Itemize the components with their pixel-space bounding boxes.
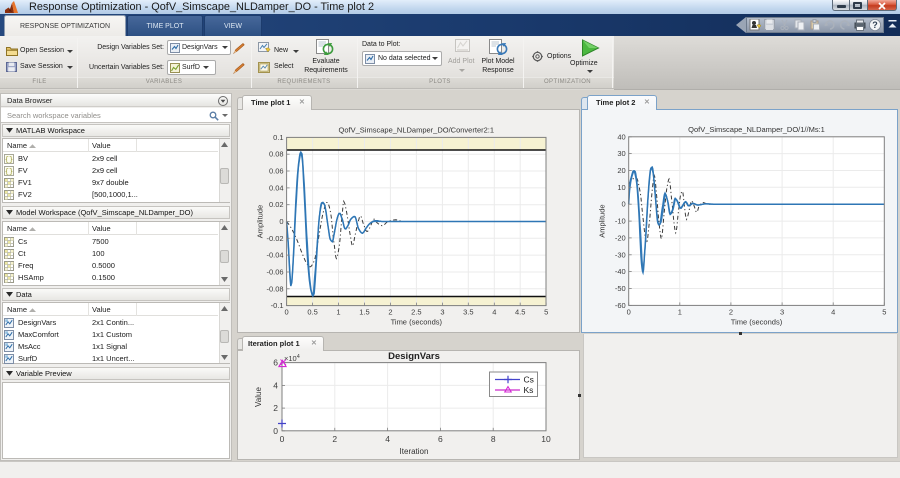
svg-text:2.5: 2.5 [411,308,421,317]
svg-text:30: 30 [617,149,625,158]
svg-text:Ks: Ks [524,385,534,395]
svg-text:{}: {} [5,169,13,177]
svg-text:×104: ×104 [284,354,300,363]
svg-text:4: 4 [385,434,390,444]
svg-text:Time (seconds): Time (seconds) [391,318,443,327]
svg-text:5: 5 [882,307,886,316]
svg-text:Amplitude: Amplitude [256,205,265,238]
svg-text:0.08: 0.08 [269,150,284,159]
svg-text:0: 0 [279,217,283,226]
svg-text:6: 6 [273,358,278,368]
svg-text:4: 4 [492,308,496,317]
svg-text:5: 5 [544,308,548,317]
svg-text:{}: {} [5,157,13,165]
svg-text:2: 2 [388,308,392,317]
svg-text:0: 0 [273,426,278,436]
svg-text:0.5: 0.5 [307,308,317,317]
svg-text:-0.04: -0.04 [266,251,283,260]
svg-text:QofV_Simscape_NLDamper_DO/Conv: QofV_Simscape_NLDamper_DO/Converter2:1 [339,125,495,134]
svg-text:2: 2 [273,403,278,413]
svg-text:Cs: Cs [524,375,534,385]
svg-text:Time (seconds): Time (seconds) [731,317,783,326]
svg-text:0.02: 0.02 [269,200,284,209]
svg-text:Amplitude: Amplitude [598,204,607,237]
svg-text:0.1: 0.1 [273,133,283,142]
svg-text:0: 0 [627,307,631,316]
svg-text:4: 4 [831,307,835,316]
svg-text:Value: Value [254,387,263,407]
svg-text:-40: -40 [615,267,626,276]
svg-text:QofV_Simscape_NLDamper_DO/1//M: QofV_Simscape_NLDamper_DO/1//Ms:1 [688,125,825,134]
svg-text:?: ? [872,20,878,30]
svg-text:10: 10 [541,434,551,444]
svg-text:4: 4 [273,380,278,390]
svg-text:1: 1 [678,307,682,316]
svg-text:0: 0 [280,434,285,444]
svg-text:-50: -50 [615,284,626,293]
svg-text:DesignVars: DesignVars [388,351,440,362]
svg-text:20: 20 [617,166,625,175]
svg-text:-60: -60 [615,301,626,310]
svg-text:40: 40 [617,132,625,141]
svg-text:2: 2 [729,307,733,316]
svg-text:0.06: 0.06 [269,167,284,176]
svg-text:-0.1: -0.1 [271,301,284,310]
svg-text:3: 3 [780,307,784,316]
svg-text:4.5: 4.5 [515,308,525,317]
svg-text:-0.06: -0.06 [266,268,283,277]
svg-text:8: 8 [491,434,496,444]
svg-text:6: 6 [438,434,443,444]
svg-text:-20: -20 [615,233,626,242]
svg-text:0: 0 [285,308,289,317]
svg-text:1.5: 1.5 [359,308,369,317]
svg-text:-30: -30 [615,250,626,259]
svg-text:0.04: 0.04 [269,183,284,192]
svg-text:0: 0 [622,200,626,209]
svg-text:2: 2 [332,434,337,444]
svg-text:Iteration: Iteration [400,447,429,456]
svg-text:1: 1 [336,308,340,317]
svg-text:10: 10 [617,183,625,192]
svg-text:3.5: 3.5 [463,308,473,317]
svg-text:3: 3 [440,308,444,317]
svg-text:-0.08: -0.08 [266,284,283,293]
svg-text:-10: -10 [615,217,626,226]
svg-text:-0.02: -0.02 [266,234,283,243]
